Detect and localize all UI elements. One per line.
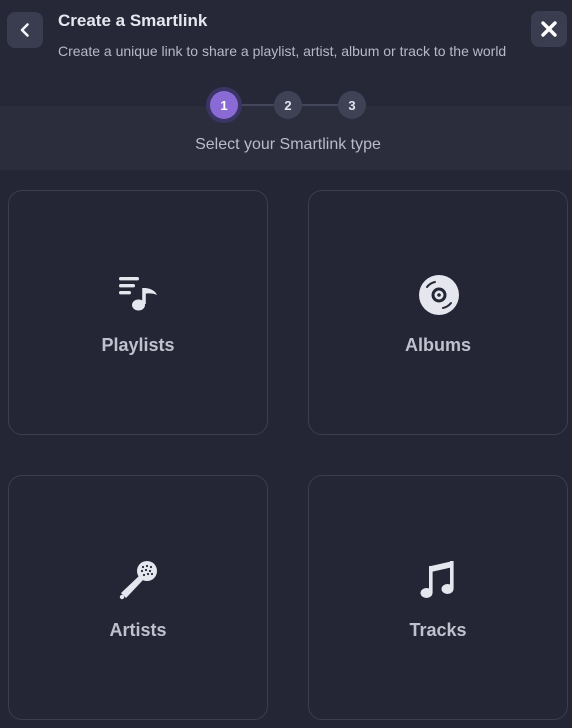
playlist-icon xyxy=(117,273,161,317)
close-icon xyxy=(541,21,557,37)
step-3[interactable]: 3 xyxy=(338,91,366,119)
step-1[interactable]: 1 xyxy=(210,91,238,119)
card-label: Tracks xyxy=(409,620,467,640)
step-connector xyxy=(238,104,274,106)
smartlink-type-artists[interactable]: Artists xyxy=(8,475,268,720)
smartlink-type-playlists[interactable]: Playlists xyxy=(8,190,268,435)
close-button[interactable] xyxy=(531,11,567,47)
music-note-icon xyxy=(417,558,461,602)
chevron-left-icon xyxy=(20,23,29,37)
step-2[interactable]: 2 xyxy=(274,91,302,119)
microphone-icon xyxy=(117,558,161,602)
step-connector xyxy=(302,104,338,106)
back-button[interactable] xyxy=(7,12,43,48)
album-disc-icon xyxy=(417,273,461,317)
card-label: Albums xyxy=(404,335,471,355)
page-subtitle: Create a unique link to share a playlist… xyxy=(58,43,507,59)
smartlink-type-albums[interactable]: Albums xyxy=(308,190,568,435)
card-label: Playlists xyxy=(101,335,175,355)
step-caption: Select your Smartlink type xyxy=(195,136,381,153)
card-label: Artists xyxy=(109,620,167,640)
smartlink-type-tracks[interactable]: Tracks xyxy=(308,475,568,720)
page-title: Create a Smartlink xyxy=(58,11,208,30)
